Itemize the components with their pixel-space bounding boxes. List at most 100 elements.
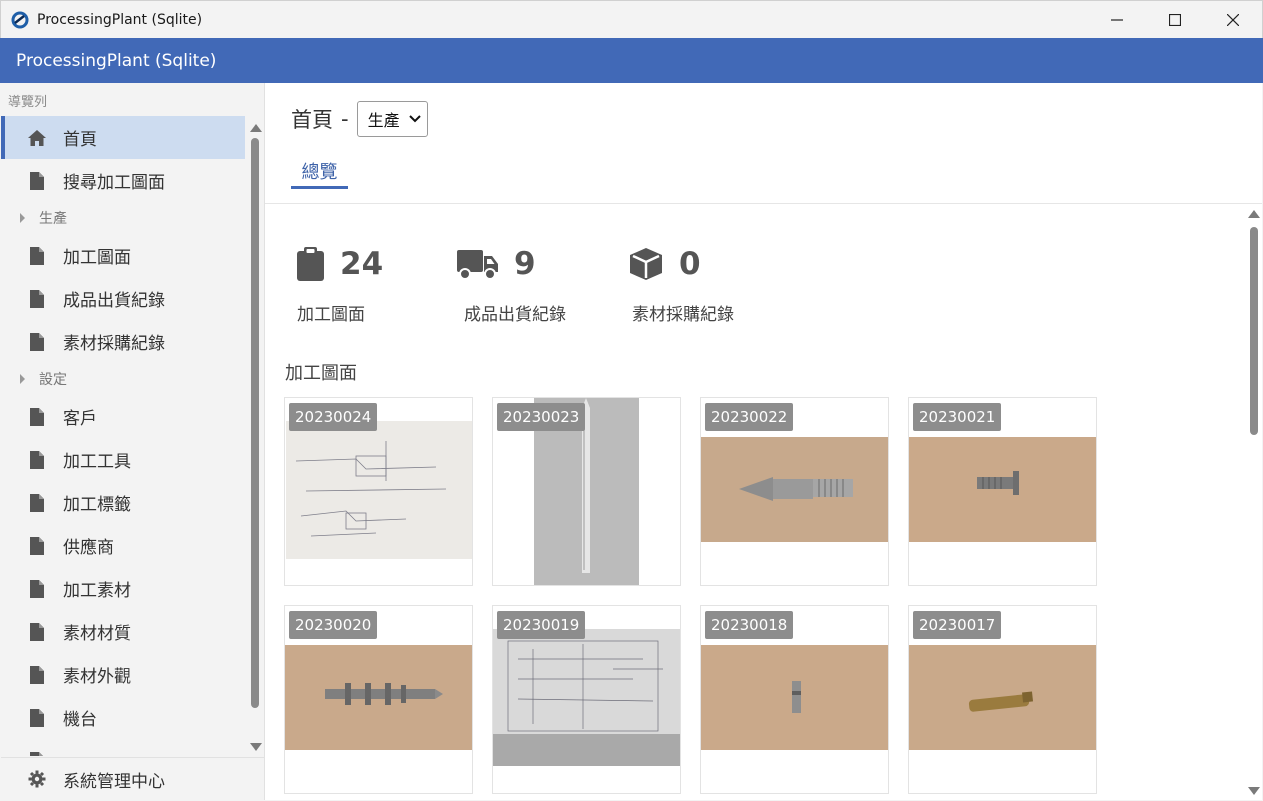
minimize-button[interactable] [1088, 1, 1146, 39]
drawing-card[interactable]: 20230017 [908, 605, 1097, 794]
file-icon [26, 407, 48, 426]
caret-right-icon [20, 374, 25, 384]
sidebar-item-shipments[interactable]: 成品出貨紀錄 [1, 277, 245, 320]
file-icon [26, 665, 48, 684]
stat-purchases: 0 素材採購紀錄 [629, 244, 734, 325]
sidebar-item-label: 加工素材 [63, 581, 131, 601]
sidebar-item-home[interactable]: 首頁 [1, 116, 245, 159]
close-icon [1227, 14, 1239, 26]
main-scroll-thumb[interactable] [1250, 227, 1258, 435]
drawing-id-badge: 20230022 [705, 403, 794, 431]
nav-caption: 導覽列 [8, 95, 48, 110]
sidebar-item-suppliers[interactable]: 供應商 [1, 524, 245, 567]
drawing-thumbnail [286, 421, 472, 559]
file-icon [26, 579, 48, 598]
stat-label: 素材採購紀錄 [632, 305, 734, 325]
sidebar-group-production[interactable]: 生產 [1, 202, 245, 234]
sidebar-item-label: 加工工具 [63, 452, 131, 472]
sidebar-group-label: 生產 [39, 211, 67, 227]
app-header: ProcessingPlant (Sqlite) [0, 38, 1263, 83]
sidebar-item-label: 首頁 [63, 130, 97, 150]
drawing-id-badge: 20230017 [913, 611, 1002, 639]
sidebar-item-label: 供應商 [63, 538, 114, 558]
scroll-down-arrow-icon[interactable] [1248, 787, 1260, 795]
sidebar-item-label: 素材材質 [63, 624, 131, 644]
nav-list: 首頁 搜尋加工圖面 生產 加工圖面 成品出貨紀錄 素材採購紀錄 設定 客戶 加工… [1, 116, 245, 756]
drawing-card[interactable]: 20230018 [700, 605, 889, 794]
drawing-card[interactable]: 20230023 [492, 397, 681, 586]
close-button[interactable] [1204, 1, 1262, 39]
drawing-thumbnail [909, 437, 1096, 542]
caret-right-icon [20, 213, 25, 223]
drawing-card[interactable]: 20230019 [492, 605, 681, 794]
drawing-card[interactable]: 20230024 [284, 397, 473, 586]
scroll-down-arrow-icon[interactable] [250, 743, 262, 751]
sidebar-item-drawings[interactable]: 加工圖面 [1, 234, 245, 277]
sidebar-item-label: 加工圖面 [63, 248, 131, 268]
drawing-thumbnail [701, 645, 888, 750]
drawing-card[interactable]: 20230022 [700, 397, 889, 586]
maximize-button[interactable] [1146, 1, 1204, 39]
file-icon [26, 450, 48, 469]
sidebar-scroll-thumb[interactable] [251, 138, 259, 708]
content-area: 24 加工圖面 9 成品出貨紀錄 0 素材採購紀錄 加工圖面 20230024 … [265, 204, 1245, 800]
minimize-icon [1111, 19, 1123, 21]
sidebar-item-materials[interactable]: 加工素材 [1, 567, 245, 610]
sidebar-scrollbar[interactable] [246, 116, 264, 756]
sidebar-group-settings[interactable]: 設定 [1, 363, 245, 395]
chevron-down-icon [408, 115, 421, 123]
sidebar-item-tags[interactable]: 加工標籤 [1, 481, 245, 524]
app-header-title: ProcessingPlant (Sqlite) [16, 50, 217, 71]
sidebar-item-search-drawings[interactable]: 搜尋加工圖面 [1, 159, 245, 202]
stat-label: 成品出貨紀錄 [464, 305, 566, 325]
file-icon [26, 536, 48, 555]
sidebar-item-partial[interactable] [1, 739, 245, 756]
home-icon [26, 129, 48, 147]
stat-label: 加工圖面 [297, 305, 365, 325]
tab-overview[interactable]: 總覽 [291, 158, 348, 189]
drawing-id-badge: 20230020 [289, 611, 378, 639]
sidebar-item-label: 素材採購紀錄 [63, 334, 165, 354]
drawing-thumbnail [493, 629, 680, 766]
stat-shipments: 9 成品出貨紀錄 [457, 244, 566, 325]
sidebar-item-system-center[interactable]: 系統管理中心 [1, 757, 264, 800]
drawing-thumbnail [701, 437, 888, 542]
sidebar: 導覽列 首頁 搜尋加工圖面 生產 加工圖面 成品出貨紀錄 素材採購紀錄 設定 客… [1, 83, 265, 800]
main-scrollbar[interactable] [1245, 204, 1262, 800]
drawing-card[interactable]: 20230020 [284, 605, 473, 794]
drawing-card[interactable]: 20230021 [908, 397, 1097, 586]
scroll-up-arrow-icon[interactable] [250, 124, 262, 132]
sidebar-item-customers[interactable]: 客戶 [1, 395, 245, 438]
clipboard-icon [297, 247, 324, 281]
scroll-up-arrow-icon[interactable] [1248, 210, 1260, 218]
sidebar-item-label: 成品出貨紀錄 [63, 291, 165, 311]
page-header: 首頁 - 生產 [291, 101, 428, 137]
section-title-drawings: 加工圖面 [285, 363, 357, 384]
sidebar-group-label: 設定 [39, 372, 67, 388]
stat-value: 0 [679, 246, 701, 282]
sidebar-item-purchases[interactable]: 素材採購紀錄 [1, 320, 245, 363]
app-logo-icon [11, 11, 29, 28]
truck-icon [457, 250, 498, 280]
title-separator: - [341, 107, 349, 131]
file-icon [26, 751, 48, 756]
drawing-thumbnail [909, 645, 1096, 750]
sidebar-item-label: 素材外觀 [63, 667, 131, 687]
file-icon [26, 289, 48, 308]
gear-icon [26, 770, 48, 788]
sidebar-item-machines[interactable]: 機台 [1, 696, 245, 739]
file-icon [26, 622, 48, 641]
sidebar-item-material-appearance[interactable]: 素材外觀 [1, 653, 245, 696]
drawing-id-badge: 20230023 [497, 403, 586, 431]
stat-drawings: 24 加工圖面 [297, 244, 383, 325]
file-icon [26, 332, 48, 351]
drawing-id-badge: 20230019 [497, 611, 586, 639]
sidebar-item-label: 客戶 [63, 409, 97, 429]
category-select[interactable]: 生產 [356, 101, 428, 137]
stat-value: 9 [514, 246, 536, 282]
sidebar-item-tools[interactable]: 加工工具 [1, 438, 245, 481]
sidebar-item-label: 機台 [63, 710, 97, 730]
file-icon [26, 171, 48, 190]
drawing-id-badge: 20230018 [705, 611, 794, 639]
sidebar-item-material-quality[interactable]: 素材材質 [1, 610, 245, 653]
